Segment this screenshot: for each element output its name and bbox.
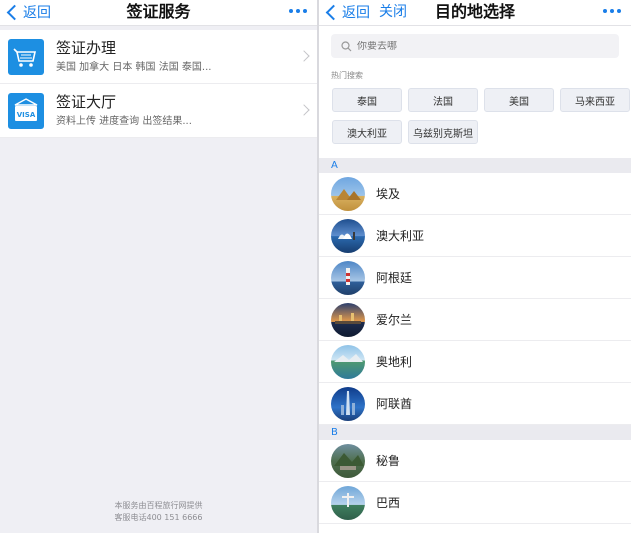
- destination-thumbnail: [331, 260, 365, 295]
- provider-footer: 本服务由百程旅行网提供 客服电话400 151 6666: [0, 500, 317, 524]
- visa-service-screen: 返回 签证服务 签证办理 美国 加拿大 日本 韩国 法国 泰国... VISA …: [0, 0, 317, 533]
- destination-thumbnail: [331, 443, 365, 478]
- close-button[interactable]: 关闭: [379, 2, 407, 22]
- letter-header-b: B: [319, 425, 631, 440]
- more-dot-icon: [617, 9, 621, 13]
- more-dot-icon: [603, 9, 607, 13]
- more-dot-icon: [303, 9, 307, 13]
- destination-row-egypt[interactable]: 埃及: [319, 173, 631, 215]
- search-icon: [341, 40, 352, 51]
- service-subtitle: 资料上传 进度查询 出签结果...: [56, 115, 192, 127]
- back-button[interactable]: 返回: [6, 2, 51, 22]
- back-label: 返回: [23, 5, 51, 21]
- service-phone-text: 客服电话400 151 6666: [114, 513, 203, 522]
- destination-row-peru[interactable]: 秘鲁: [319, 440, 631, 482]
- svg-text:VISA: VISA: [17, 111, 36, 119]
- destination-name: 奥地利: [376, 355, 413, 369]
- destination-thumbnail: [331, 176, 365, 211]
- destination-name: 澳大利亚: [376, 229, 425, 243]
- more-button[interactable]: [603, 9, 621, 13]
- service-title: 签证办理: [56, 38, 117, 57]
- visa-card-icon: VISA: [8, 92, 44, 129]
- chevron-left-icon: [6, 4, 23, 20]
- service-list: 签证办理 美国 加拿大 日本 韩国 法国 泰国... VISA 签证大厅 资料上…: [0, 30, 317, 138]
- hot-chip-usa[interactable]: 美国: [484, 88, 554, 112]
- search-input[interactable]: [357, 40, 597, 52]
- nav-bar: 返回 签证服务: [0, 0, 317, 26]
- destination-row-uae[interactable]: 阿联酋: [319, 383, 631, 425]
- destination-thumbnail: [331, 386, 365, 421]
- destination-name: 爱尔兰: [376, 313, 413, 327]
- destination-row-ireland[interactable]: 爱尔兰: [319, 299, 631, 341]
- destination-name: 巴西: [376, 496, 401, 510]
- destination-thumbnail: [331, 485, 365, 520]
- hot-chip-thailand[interactable]: 泰国: [332, 88, 402, 112]
- more-dot-icon: [610, 9, 614, 13]
- hot-search-chips: 泰国 法国 美国 马来西亚 澳大利亚 乌兹别克斯坦: [332, 88, 631, 144]
- destination-row-austria[interactable]: 奥地利: [319, 341, 631, 383]
- service-title: 签证大厅: [56, 92, 117, 111]
- hot-chip-australia[interactable]: 澳大利亚: [332, 120, 402, 144]
- destination-name: 阿联酋: [376, 397, 413, 411]
- hot-chip-france[interactable]: 法国: [408, 88, 478, 112]
- more-dot-icon: [289, 9, 293, 13]
- destination-name: 秘鲁: [376, 454, 401, 468]
- back-label: 返回: [342, 5, 370, 21]
- search-box[interactable]: [331, 34, 619, 58]
- service-subtitle: 美国 加拿大 日本 韩国 法国 泰国...: [56, 61, 212, 73]
- service-visa-apply[interactable]: 签证办理 美国 加拿大 日本 韩国 法国 泰国...: [0, 30, 317, 84]
- destination-name: 阿根廷: [376, 271, 413, 285]
- provider-text: 本服务由百程旅行网提供: [114, 501, 203, 510]
- back-button[interactable]: 返回: [325, 2, 370, 22]
- search-area: [319, 26, 631, 58]
- destination-thumbnail: [331, 218, 365, 253]
- destination-row-argentina[interactable]: 阿根廷: [319, 257, 631, 299]
- destination-select-screen: 返回 关闭 目的地选择 热门搜索 泰国 法国 美国 马来西亚 澳大利亚 乌兹别克…: [319, 0, 631, 533]
- hot-chip-uzbekistan[interactable]: 乌兹别克斯坦: [408, 120, 478, 144]
- basket-icon: [8, 38, 44, 75]
- destination-row-brazil[interactable]: 巴西: [319, 482, 631, 524]
- destination-row-australia[interactable]: 澳大利亚: [319, 215, 631, 257]
- nav-bar: 返回 关闭 目的地选择: [319, 0, 631, 26]
- more-dot-icon: [296, 9, 300, 13]
- letter-header-a: A: [319, 158, 631, 173]
- destination-thumbnail: [331, 302, 365, 337]
- destination-name: 埃及: [376, 187, 401, 201]
- more-button[interactable]: [289, 9, 307, 13]
- hot-chip-malaysia[interactable]: 马来西亚: [560, 88, 630, 112]
- chevron-left-icon: [325, 4, 342, 20]
- service-visa-hall[interactable]: VISA 签证大厅 资料上传 进度查询 出签结果...: [0, 84, 317, 138]
- destination-thumbnail: [331, 344, 365, 379]
- hot-search-label: 热门搜索: [331, 71, 363, 80]
